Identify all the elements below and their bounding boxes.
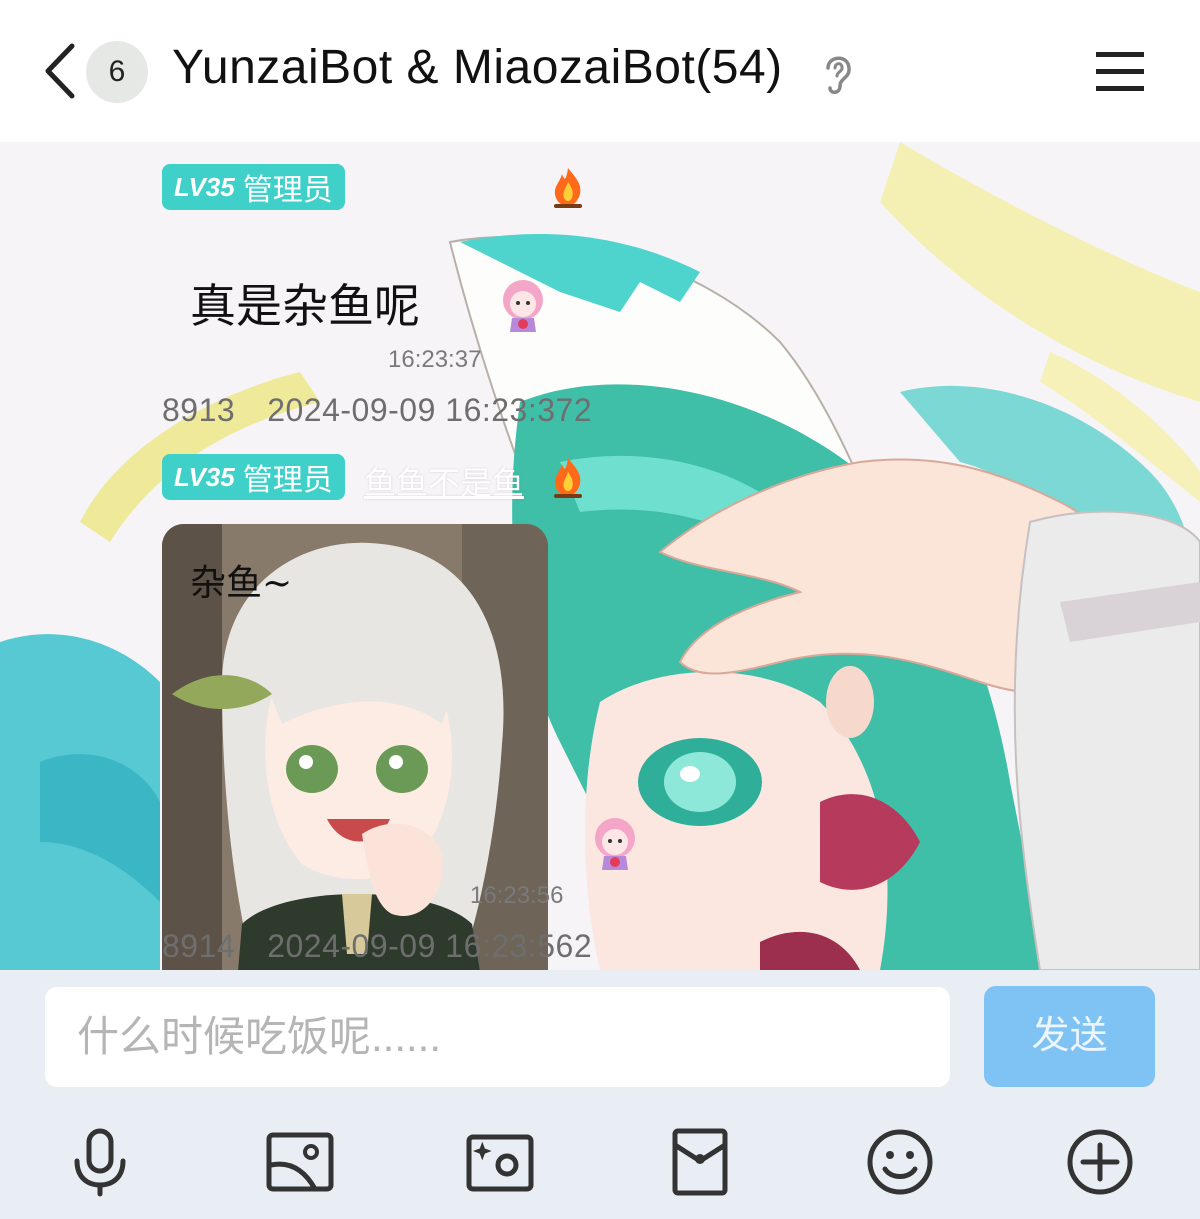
message-input[interactable]: 什么时候吃饭呢...... [45, 987, 950, 1087]
camera-icon[interactable] [465, 1127, 535, 1197]
image-caption: 杂鱼~ [190, 563, 293, 604]
message-time: 16:23:37 [388, 346, 482, 373]
unread-count-badge[interactable]: 6 [86, 41, 148, 103]
image-icon[interactable] [265, 1127, 335, 1197]
microphone-icon[interactable] [65, 1127, 135, 1197]
menu-icon[interactable] [1094, 50, 1146, 94]
message-meta: 8914 2024-09-09 16:23:562 [162, 928, 593, 964]
ear-icon[interactable] [820, 50, 856, 96]
chat-area[interactable]: LV35 管理员 真是杂鱼呢 16:23:37 8913 2024-09-09 1… [0, 142, 1200, 970]
input-bar: 什么时候吃饭呢...... 发送 [0, 970, 1200, 1219]
chat-header: 6 YunzaiBot & MiaozaiBot(54) [0, 0, 1200, 142]
message-time: 16:23:56 [470, 882, 564, 909]
level-badge: LV35 管理员 [162, 164, 345, 210]
plus-icon[interactable] [1065, 1127, 1135, 1197]
chibi-sticker-icon [595, 818, 635, 870]
flame-icon [554, 168, 582, 208]
sender-nickname[interactable]: 鱼鱼不是鱼 [364, 458, 524, 504]
send-button[interactable]: 发送 [984, 986, 1155, 1087]
chat-title: YunzaiBot & MiaozaiBot(54) [172, 41, 783, 94]
message-meta: 8913 2024-09-09 16:23:372 [162, 392, 593, 428]
message-text[interactable]: 真是杂鱼呢 [190, 270, 420, 336]
flame-icon [554, 458, 582, 498]
emoji-icon[interactable] [865, 1127, 935, 1197]
chibi-sticker-icon [503, 280, 543, 332]
back-arrow-icon[interactable] [38, 40, 82, 102]
red-packet-icon[interactable] [665, 1127, 735, 1197]
level-badge: LV35 管理员 [162, 454, 345, 500]
